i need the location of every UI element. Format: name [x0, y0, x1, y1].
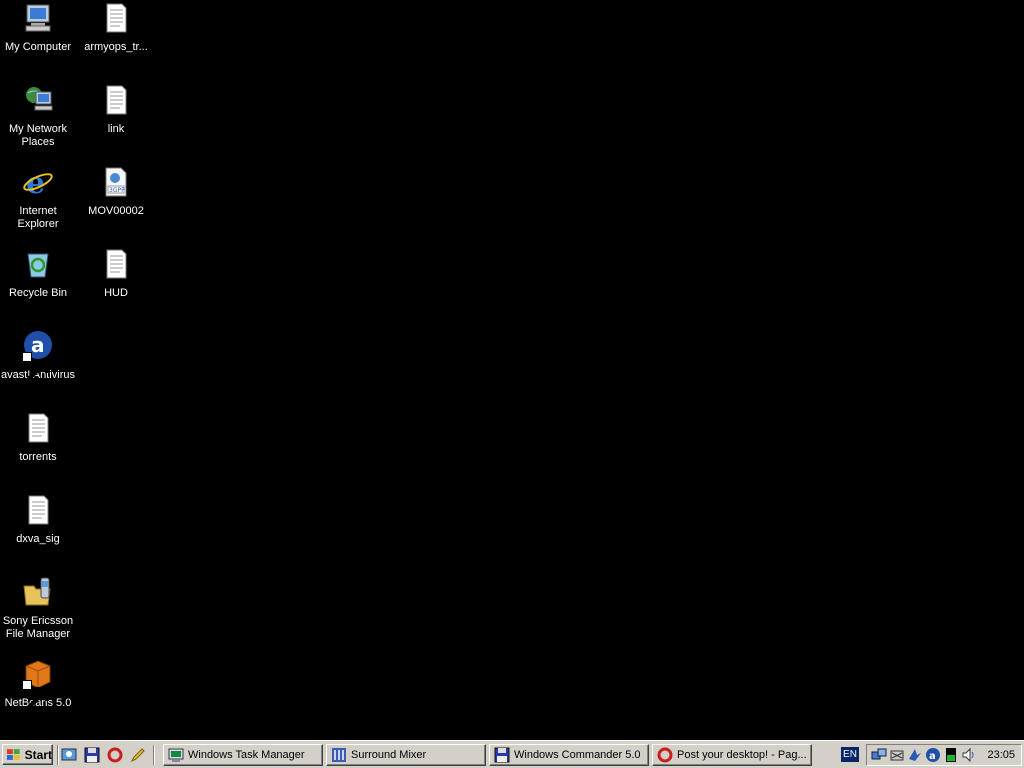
- desktop-icon-label: Internet Explorer: [17, 205, 59, 230]
- recycle-bin-icon: [22, 248, 54, 280]
- tray-avast-icon[interactable]: a: [925, 747, 941, 763]
- windows-logo-icon: [6, 748, 20, 760]
- desktop-icon-label: link: [107, 123, 125, 135]
- quicklaunch-desktop-icon[interactable]: [60, 746, 78, 764]
- windows-commander-icon: [494, 747, 510, 763]
- hud-file-item[interactable]: HUD: [79, 248, 153, 300]
- video-3gpp-file-icon: 3GPP: [100, 166, 132, 198]
- tray-bluetooth-icon[interactable]: [907, 747, 923, 763]
- internet-explorer-item[interactable]: e Internet Explorer: [1, 166, 75, 231]
- sony-ericsson-file-manager-item[interactable]: Sony Ericsson File Manager: [1, 576, 75, 641]
- task-windows-task-manager[interactable]: Windows Task Manager: [163, 744, 323, 766]
- desktop-icon-label: My Computer: [4, 41, 72, 53]
- computer-icon: [22, 2, 54, 34]
- desktop-icon-label: HUD: [104, 287, 128, 299]
- desktop-icon-label: Sony Ericsson File Manager: [2, 615, 74, 640]
- tray-scanner-icon[interactable]: [889, 747, 905, 763]
- mixer-icon: [331, 747, 347, 763]
- desktop-icon-label: Recycle Bin: [8, 287, 68, 299]
- folder-phone-icon: [22, 576, 54, 608]
- network-icon: [22, 84, 54, 116]
- taskbar-separator: [57, 745, 59, 765]
- start-button[interactable]: Start: [2, 744, 53, 765]
- desktop-icon-label: MOV00002: [88, 205, 144, 217]
- text-file-icon: [100, 84, 132, 116]
- opera-icon: [657, 747, 673, 763]
- avast-icon: a: [22, 330, 54, 383]
- desktop-icon-label: torrents: [19, 451, 57, 463]
- text-file-icon: [100, 2, 132, 34]
- mov00002-file-item[interactable]: 3GPP MOV00002: [79, 166, 153, 218]
- system-tray: a 23:05: [866, 744, 1022, 766]
- my-computer-icon-item[interactable]: My Computer: [1, 2, 75, 54]
- desktop-icon-label: dxva_sig: [16, 533, 60, 545]
- taskbar-separator: [153, 745, 155, 765]
- clock[interactable]: 23:05: [987, 749, 1015, 761]
- tray-volume-icon[interactable]: [961, 747, 977, 763]
- torrents-item[interactable]: torrents: [1, 412, 75, 464]
- link-file-item[interactable]: link: [79, 84, 153, 136]
- quicklaunch-floppy-icon[interactable]: [83, 746, 101, 764]
- tray-network-icon[interactable]: [871, 747, 887, 763]
- text-file-icon: [22, 494, 54, 526]
- quicklaunch-opera-icon[interactable]: [106, 746, 124, 764]
- text-file-icon: [22, 412, 54, 444]
- dxva-sig-item[interactable]: dxva_sig: [1, 494, 75, 546]
- netbeans-item[interactable]: NetBeans 5.0: [1, 658, 75, 711]
- desktop-icon-label: My Network Places: [8, 123, 68, 148]
- armyops-file-item[interactable]: armyops_tr...: [79, 2, 153, 54]
- netbeans-icon: [22, 658, 54, 711]
- svg-text:a: a: [929, 751, 936, 762]
- task-surround-mixer[interactable]: Surround Mixer: [326, 744, 486, 766]
- quicklaunch-pencil-icon[interactable]: [129, 746, 147, 764]
- text-file-icon: [100, 248, 132, 280]
- avast-antivirus-item[interactable]: a avast! Antivirus: [1, 330, 75, 383]
- my-network-places-item[interactable]: My Network Places: [1, 84, 75, 149]
- desktop-icon-label: armyops_tr...: [84, 41, 148, 53]
- recycle-bin-item[interactable]: Recycle Bin: [1, 248, 75, 300]
- 3gpp-badge-text: 3GPP: [109, 187, 125, 194]
- tray-cpu-meter-icon[interactable]: [943, 747, 959, 763]
- shortcut-arrow-icon: [22, 352, 49, 383]
- language-indicator[interactable]: EN: [841, 747, 859, 762]
- task-opera-post-your-desktop[interactable]: Post your desktop! - Pag...: [652, 744, 812, 766]
- start-label: Start: [24, 747, 52, 762]
- task-manager-icon: [168, 747, 184, 763]
- shortcut-arrow-icon: [22, 680, 49, 711]
- task-windows-commander[interactable]: Windows Commander 5.0: [489, 744, 649, 766]
- taskbar: Start Windows Task Manager Surround Mixe…: [0, 740, 1024, 768]
- internet-explorer-icon: e: [22, 166, 54, 198]
